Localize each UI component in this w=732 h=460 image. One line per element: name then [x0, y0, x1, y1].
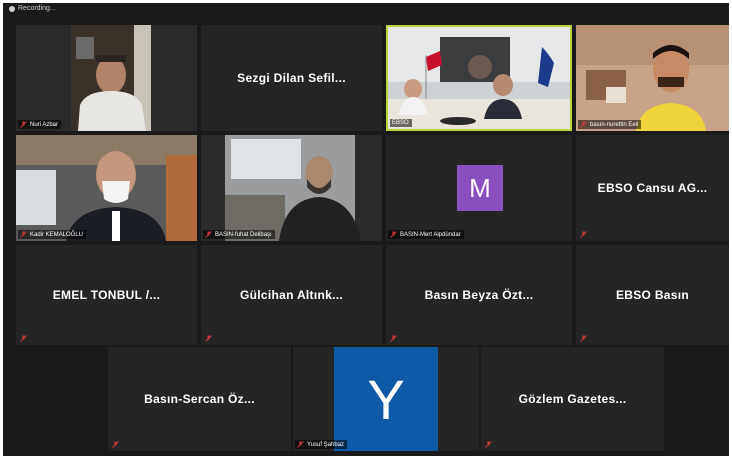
participant-display-name: Basın-Sercan Öz...	[144, 392, 255, 406]
participant-name-label	[578, 230, 590, 239]
participant-tile-gozlem[interactable]: Gözlem Gazetes...	[481, 347, 664, 451]
participant-display-name: Gözlem Gazetes...	[518, 392, 627, 406]
participant-tile-sezgi[interactable]: Sezgi Dilan Sefil...	[201, 25, 382, 131]
participant-display-name: Gülcihan Altınk...	[240, 288, 343, 302]
participant-tile-nuri-azbar[interactable]: Nuri Azbar	[16, 25, 197, 131]
muted-mic-icon	[205, 231, 212, 238]
participant-video	[201, 135, 382, 241]
participant-display-name: EBSO Basın	[615, 288, 690, 302]
participant-name-label: Nuri Azbar	[18, 120, 62, 129]
participant-tile-kadir[interactable]: Kadir KEMALOĞLU	[16, 135, 197, 241]
participant-name-label: BASIN-fuhat Delibaşı	[203, 230, 275, 239]
muted-mic-icon	[20, 121, 27, 128]
participant-tile-ebso-basin[interactable]: EBSO Basın	[576, 245, 729, 345]
muted-mic-icon	[297, 441, 304, 448]
recording-dot-icon	[9, 5, 15, 12]
participant-tile-ebso-cansu[interactable]: EBSO Cansu AG...	[576, 135, 729, 241]
participant-tile-emel[interactable]: EMEL TONBUL /...	[16, 245, 197, 345]
participant-name-label: BASIN-Mert Alpdündar	[388, 230, 464, 239]
muted-mic-icon	[390, 335, 397, 342]
participant-tile-ebso[interactable]: EBSO	[386, 25, 572, 131]
muted-mic-icon	[485, 441, 492, 448]
recording-indicator: Recording...	[9, 3, 56, 14]
participant-tile-mert[interactable]: M BASIN-Mert Alpdündar	[386, 135, 572, 241]
participant-name-label	[110, 440, 122, 449]
muted-mic-icon	[112, 441, 119, 448]
participant-name-label	[578, 334, 590, 343]
participant-display-name: Basın Beyza Özt...	[424, 288, 534, 302]
participant-name-label: basın-nurettin Eeil	[578, 120, 642, 129]
participant-name-label	[203, 334, 215, 343]
participant-tile-beyza[interactable]: Basın Beyza Özt...	[386, 245, 572, 345]
participant-video	[16, 135, 197, 241]
muted-mic-icon	[580, 231, 587, 238]
participant-name-label: Kadir KEMALOĞLU	[18, 230, 87, 239]
participant-video	[16, 25, 197, 131]
avatar: M	[457, 165, 503, 211]
participant-tile-fuhat[interactable]: BASIN-fuhat Delibaşı	[201, 135, 382, 241]
recording-label: Recording...	[18, 5, 56, 12]
muted-mic-icon	[390, 231, 397, 238]
participant-name-label	[483, 440, 495, 449]
muted-mic-icon	[20, 231, 27, 238]
participant-name-label	[18, 334, 30, 343]
participant-tile-sercan[interactable]: Basın-Sercan Öz...	[108, 347, 291, 451]
participant-name-label: Yusuf Şahbaz	[295, 440, 348, 449]
muted-mic-icon	[205, 335, 212, 342]
muted-mic-icon	[580, 335, 587, 342]
participant-tile-gulcihan[interactable]: Gülcihan Altınk...	[201, 245, 382, 345]
muted-mic-icon	[20, 335, 27, 342]
avatar: Y	[334, 347, 438, 451]
participant-name-label	[388, 334, 400, 343]
participant-video	[388, 27, 570, 129]
participant-name-label: EBSO	[390, 119, 412, 127]
participant-tile-basin-nurettin[interactable]: basın-nurettin Eeil	[576, 25, 729, 131]
participant-video	[576, 25, 729, 131]
participant-display-name: EMEL TONBUL /...	[52, 288, 161, 302]
participant-display-name: Sezgi Dilan Sefil...	[237, 71, 346, 85]
participant-display-name: EBSO Cansu AG...	[597, 181, 708, 195]
meeting-gallery: Recording... Nuri Azbar Sezgi Dilan Sefi…	[3, 3, 729, 456]
participant-tile-yusuf[interactable]: Y Yusuf Şahbaz	[293, 347, 479, 451]
muted-mic-icon	[580, 121, 587, 128]
